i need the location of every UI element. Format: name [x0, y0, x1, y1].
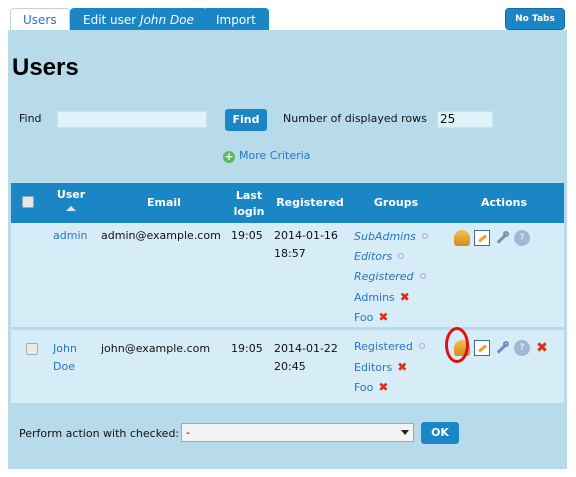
perform-action-label: Perform action with checked: [19, 427, 180, 440]
group-admins[interactable]: Admins ✖ [354, 290, 410, 304]
group-registered[interactable]: Registered [354, 270, 426, 283]
no-tabs-button[interactable]: No Tabs [505, 8, 565, 30]
switch-user-icon[interactable] [454, 230, 470, 246]
tab-import[interactable]: Import [203, 8, 269, 30]
user-link-doe[interactable]: Doe [53, 358, 75, 376]
group-subadmins[interactable]: SubAdmins [354, 230, 428, 243]
user-last-login: 19:05 [231, 229, 263, 242]
rows-input[interactable]: 25 [437, 111, 493, 128]
action-select[interactable]: - [181, 423, 414, 442]
row-actions: ? [454, 230, 530, 246]
select-all-checkbox[interactable] [22, 196, 34, 208]
help-icon[interactable]: ? [514, 340, 530, 356]
wrench-icon[interactable] [494, 230, 510, 246]
unassigned-dot-icon [419, 273, 426, 279]
header-registered: Registered [276, 196, 344, 209]
action-select-value: - [186, 426, 190, 439]
header-last-login-1: Last [235, 189, 263, 202]
user-link-john[interactable]: John [53, 340, 77, 358]
tab-bar: Users Edit user John Doe Import No Tabs [0, 0, 576, 32]
group-label: Foo [354, 311, 374, 324]
row-checkbox[interactable] [26, 343, 38, 355]
header-actions: Actions [481, 196, 527, 209]
find-input[interactable] [57, 111, 207, 128]
find-button[interactable]: Find [225, 109, 267, 131]
group-editors[interactable]: Editors ✖ [354, 360, 407, 374]
unassigned-dot-icon [421, 233, 428, 239]
header-user-label: User [56, 188, 86, 201]
remove-icon[interactable]: ✖ [400, 290, 410, 304]
delete-icon[interactable]: ✖ [534, 340, 550, 356]
table-row: John Doe john@example.com 19:05 2014-01-… [11, 330, 564, 403]
group-label: SubAdmins [354, 230, 416, 243]
users-panel: Users Find Find Number of displayed rows… [8, 30, 567, 469]
tab-users[interactable]: Users [10, 8, 70, 32]
user-email: john@example.com [101, 342, 211, 355]
sort-up-icon[interactable] [66, 206, 76, 211]
header-last-login-2: login [233, 205, 265, 218]
remove-icon[interactable]: ✖ [378, 380, 388, 394]
group-editors[interactable]: Editors [354, 250, 405, 263]
user-registered-time: 20:45 [274, 360, 306, 373]
tab-import-label: Import [216, 13, 256, 27]
remove-icon[interactable]: ✖ [378, 310, 388, 324]
user-email: admin@example.com [101, 229, 221, 242]
tab-edit-user[interactable]: Edit user John Doe [70, 8, 207, 30]
table-header: User Email Last login Registered Groups … [11, 183, 564, 223]
group-registered[interactable]: Registered [354, 340, 425, 353]
tab-edit-user-prefix: Edit user [83, 13, 141, 27]
header-user[interactable]: User [54, 188, 88, 211]
group-label: Foo [354, 381, 374, 394]
user-last-login: 19:05 [231, 342, 263, 355]
header-email: Email [147, 196, 181, 209]
group-label: Editors [354, 250, 393, 263]
edit-icon[interactable] [474, 340, 490, 356]
rows-label: Number of displayed rows [283, 112, 427, 125]
group-label: Admins [354, 291, 395, 304]
user-registered-date: 2014-01-22 [274, 342, 338, 355]
help-icon[interactable]: ? [514, 230, 530, 246]
more-criteria-link[interactable]: + More Criteria [223, 149, 310, 163]
user-registered-time: 18:57 [274, 247, 306, 260]
tab-edit-user-name: John Doe [140, 13, 194, 27]
more-criteria-label: More Criteria [239, 149, 311, 162]
wrench-icon[interactable] [494, 340, 510, 356]
group-label: Registered [354, 340, 413, 353]
group-foo[interactable]: Foo ✖ [354, 310, 388, 324]
highlight-circle [445, 327, 469, 363]
header-groups: Groups [373, 196, 419, 209]
user-link-admin[interactable]: admin [53, 227, 87, 245]
page-title: Users [12, 54, 79, 81]
group-label: Editors [354, 361, 393, 374]
plus-icon: + [223, 150, 235, 163]
ok-button[interactable]: OK [421, 422, 459, 444]
unassigned-dot-icon [398, 253, 405, 259]
find-label: Find [19, 112, 42, 125]
group-label: Registered [354, 270, 414, 283]
table-row: admin admin@example.com 19:05 2014-01-16… [11, 223, 564, 327]
group-foo[interactable]: Foo ✖ [354, 380, 388, 394]
tab-users-label: Users [23, 13, 57, 27]
remove-icon[interactable]: ✖ [397, 360, 407, 374]
header-last-login: Last login [229, 188, 269, 220]
dropdown-arrow-icon [401, 430, 409, 435]
user-registered-date: 2014-01-16 [274, 229, 338, 242]
edit-icon[interactable] [474, 230, 490, 246]
unassigned-dot-icon [418, 343, 425, 349]
